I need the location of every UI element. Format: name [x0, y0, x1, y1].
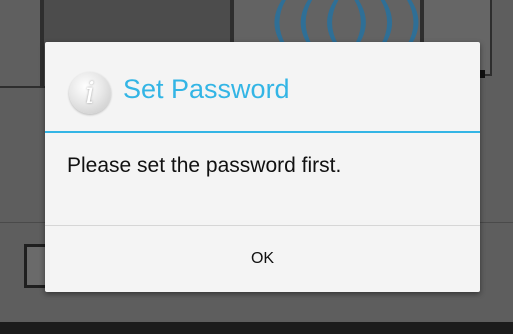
background-bottom-bar — [0, 322, 513, 334]
set-password-dialog: i Set Password Please set the password f… — [45, 42, 480, 292]
dialog-title: Set Password — [123, 74, 290, 104]
dialog-message: Please set the password first. — [67, 154, 342, 177]
info-icon-glyph: i — [85, 76, 95, 111]
dialog-header: i Set Password — [45, 42, 480, 132]
title-divider — [45, 131, 480, 133]
ok-button[interactable]: OK — [45, 226, 480, 292]
info-icon: i — [69, 72, 111, 114]
background-tile — [0, 0, 42, 88]
